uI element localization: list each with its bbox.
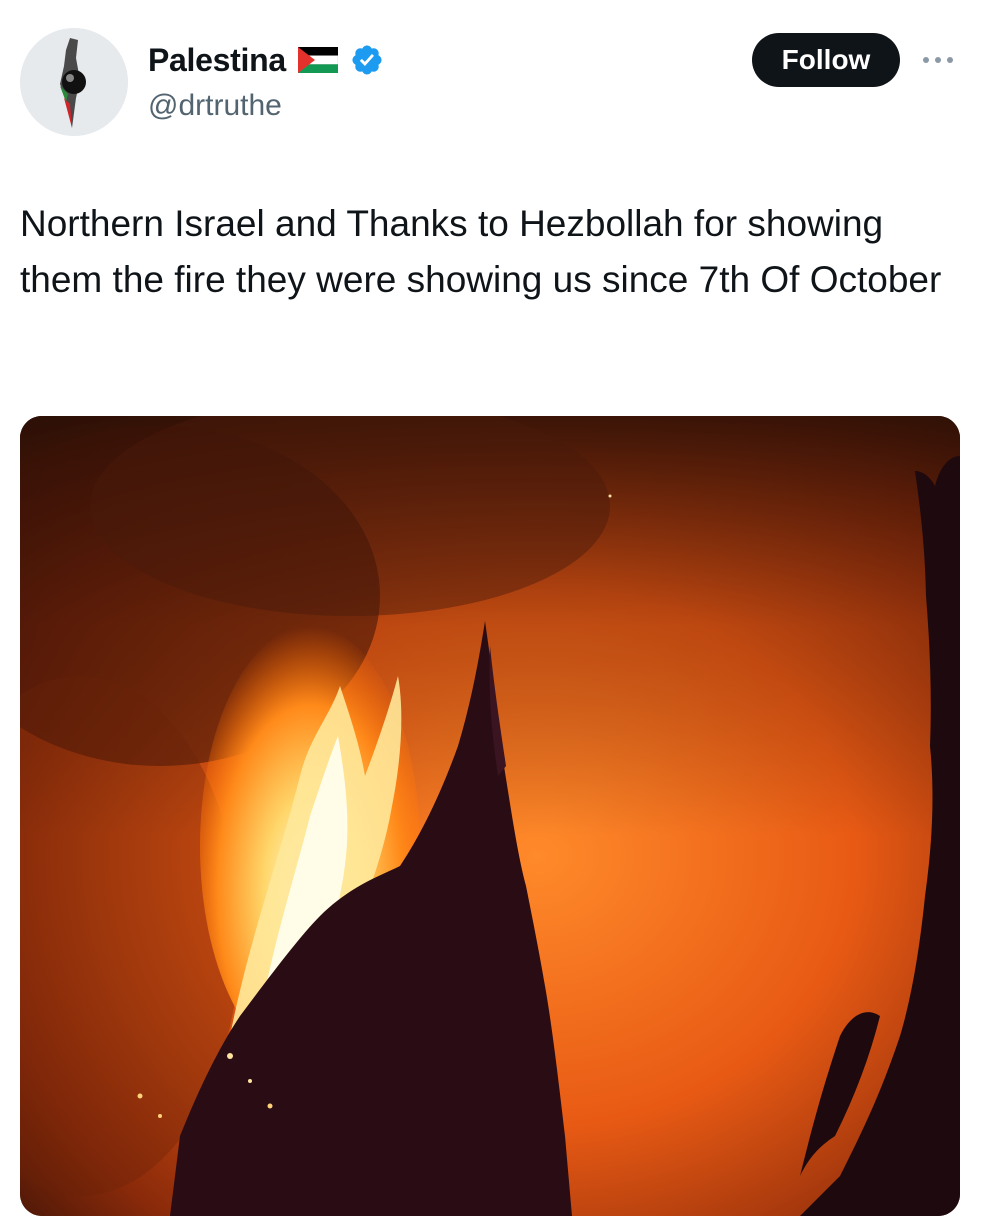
- author-name-row: Palestina: [148, 40, 384, 80]
- display-name[interactable]: Palestina: [148, 40, 286, 80]
- more-options-icon[interactable]: [916, 46, 960, 74]
- fire-scene-image: [20, 416, 960, 1216]
- palestine-map-avatar-icon: [20, 28, 128, 136]
- tweet-text: Northern Israel and Thanks to Hezbollah …: [20, 203, 942, 300]
- follow-button[interactable]: Follow: [752, 33, 900, 87]
- tweet-media-image[interactable]: [20, 416, 960, 1216]
- verified-badge-icon[interactable]: [350, 43, 384, 77]
- avatar[interactable]: [20, 28, 128, 136]
- author-handle[interactable]: @drtruthe: [148, 86, 282, 126]
- palestine-flag-icon: [297, 47, 338, 73]
